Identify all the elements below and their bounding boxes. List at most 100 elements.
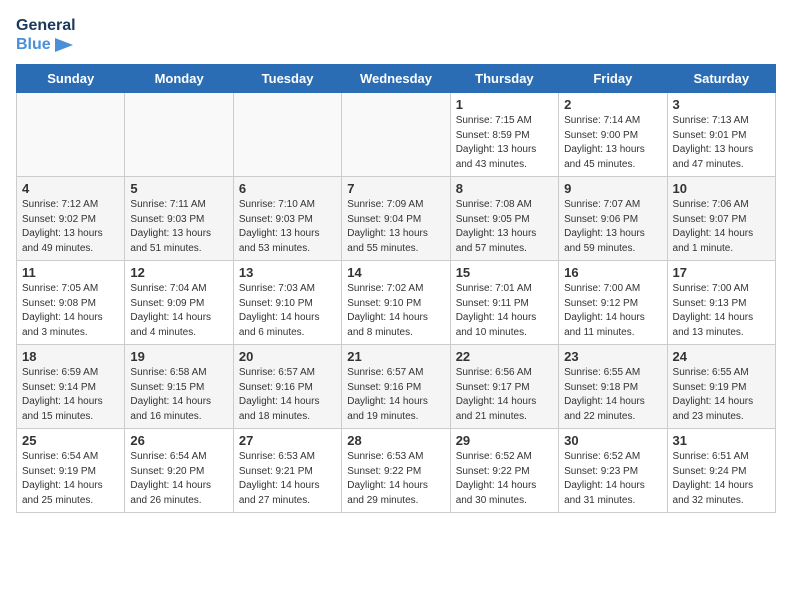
day-number: 17 [673, 265, 770, 280]
day-info: Sunrise: 7:07 AM Sunset: 9:06 PM Dayligh… [564, 198, 661, 256]
day-info: Sunrise: 7:00 AM Sunset: 9:12 PM Dayligh… [564, 282, 661, 340]
day-number: 7 [347, 181, 444, 196]
day-info: Sunrise: 7:14 AM Sunset: 9:00 PM Dayligh… [564, 114, 661, 172]
calendar-week-2: 4 Sunrise: 7:12 AM Sunset: 9:02 PM Daylig… [17, 177, 776, 261]
day-number: 23 [564, 349, 661, 364]
calendar-week-3: 11Sunrise: 7:05 AM Sunset: 9:08 PM Dayli… [17, 261, 776, 345]
calendar-week-1: 1Sunrise: 7:15 AM Sunset: 8:59 PM Daylig… [17, 93, 776, 177]
day-info: Sunrise: 7:06 AM Sunset: 9:07 PM Dayligh… [673, 198, 770, 256]
day-info: Sunrise: 6:55 AM Sunset: 9:19 PM Dayligh… [673, 366, 770, 424]
calendar-cell: 31 Sunrise: 6:51 AM Sunset: 9:24 PM Dayli… [667, 429, 775, 513]
logo-text: General Blue [16, 16, 76, 54]
day-number: 31 [673, 433, 770, 448]
day-info: Sunrise: 7:13 AM Sunset: 9:01 PM Dayligh… [673, 114, 770, 172]
day-info: Sunrise: 6:59 AM Sunset: 9:14 PM Dayligh… [22, 366, 119, 424]
day-info: Sunrise: 7:03 AM Sunset: 9:10 PM Dayligh… [239, 282, 336, 340]
day-number: 16 [564, 265, 661, 280]
calendar-cell: 15 Sunrise: 7:01 AM Sunset: 9:11 PM Dayli… [450, 261, 558, 345]
day-info: Sunrise: 6:57 AM Sunset: 9:16 PM Dayligh… [347, 366, 444, 424]
day-info: Sunrise: 7:01 AM Sunset: 9:11 PM Dayligh… [456, 282, 553, 340]
calendar-cell: 18Sunrise: 6:59 AM Sunset: 9:14 PM Dayli… [17, 345, 125, 429]
day-info: Sunrise: 7:08 AM Sunset: 9:05 PM Dayligh… [456, 198, 553, 256]
day-info: Sunrise: 7:10 AM Sunset: 9:03 PM Dayligh… [239, 198, 336, 256]
calendar-cell: 26 Sunrise: 6:54 AM Sunset: 9:20 PM Dayli… [125, 429, 233, 513]
calendar-cell: 30 Sunrise: 6:52 AM Sunset: 9:23 PM Dayli… [559, 429, 667, 513]
weekday-header-thursday: Thursday [450, 65, 558, 93]
day-number: 12 [130, 265, 227, 280]
weekday-header-row: SundayMondayTuesdayWednesdayThursdayFrid… [17, 65, 776, 93]
calendar-cell: 23Sunrise: 6:55 AM Sunset: 9:18 PM Dayli… [559, 345, 667, 429]
day-info: Sunrise: 7:00 AM Sunset: 9:13 PM Dayligh… [673, 282, 770, 340]
calendar-cell [233, 93, 341, 177]
calendar-week-4: 18Sunrise: 6:59 AM Sunset: 9:14 PM Dayli… [17, 345, 776, 429]
day-info: Sunrise: 6:51 AM Sunset: 9:24 PM Dayligh… [673, 450, 770, 508]
day-number: 2 [564, 97, 661, 112]
calendar-cell: 19 Sunrise: 6:58 AM Sunset: 9:15 PM Dayli… [125, 345, 233, 429]
calendar-cell: 13 Sunrise: 7:03 AM Sunset: 9:10 PM Dayli… [233, 261, 341, 345]
page-header: General Blue [16, 16, 776, 54]
calendar-cell: 1Sunrise: 7:15 AM Sunset: 8:59 PM Daylig… [450, 93, 558, 177]
calendar-cell: 6 Sunrise: 7:10 AM Sunset: 9:03 PM Daylig… [233, 177, 341, 261]
day-info: Sunrise: 6:53 AM Sunset: 9:21 PM Dayligh… [239, 450, 336, 508]
calendar-cell: 27 Sunrise: 6:53 AM Sunset: 9:21 PM Dayli… [233, 429, 341, 513]
day-number: 30 [564, 433, 661, 448]
weekday-header-saturday: Saturday [667, 65, 775, 93]
day-number: 29 [456, 433, 553, 448]
day-number: 10 [673, 181, 770, 196]
day-info: Sunrise: 6:53 AM Sunset: 9:22 PM Dayligh… [347, 450, 444, 508]
day-number: 13 [239, 265, 336, 280]
day-number: 8 [456, 181, 553, 196]
calendar-cell: 20 Sunrise: 6:57 AM Sunset: 9:16 PM Dayli… [233, 345, 341, 429]
day-number: 26 [130, 433, 227, 448]
calendar-cell: 4 Sunrise: 7:12 AM Sunset: 9:02 PM Daylig… [17, 177, 125, 261]
day-info: Sunrise: 6:58 AM Sunset: 9:15 PM Dayligh… [130, 366, 227, 424]
calendar-cell: 16 Sunrise: 7:00 AM Sunset: 9:12 PM Dayli… [559, 261, 667, 345]
calendar-cell: 24 Sunrise: 6:55 AM Sunset: 9:19 PM Dayli… [667, 345, 775, 429]
day-number: 20 [239, 349, 336, 364]
weekday-header-sunday: Sunday [17, 65, 125, 93]
weekday-header-wednesday: Wednesday [342, 65, 450, 93]
calendar-cell: 11Sunrise: 7:05 AM Sunset: 9:08 PM Dayli… [17, 261, 125, 345]
day-info: Sunrise: 6:57 AM Sunset: 9:16 PM Dayligh… [239, 366, 336, 424]
day-number: 24 [673, 349, 770, 364]
calendar-cell: 5 Sunrise: 7:11 AM Sunset: 9:03 PM Daylig… [125, 177, 233, 261]
weekday-header-monday: Monday [125, 65, 233, 93]
day-number: 27 [239, 433, 336, 448]
calendar-cell: 7Sunrise: 7:09 AM Sunset: 9:04 PM Daylig… [342, 177, 450, 261]
day-number: 28 [347, 433, 444, 448]
calendar-cell: 2 Sunrise: 7:14 AM Sunset: 9:00 PM Daylig… [559, 93, 667, 177]
day-number: 14 [347, 265, 444, 280]
day-info: Sunrise: 6:52 AM Sunset: 9:23 PM Dayligh… [564, 450, 661, 508]
day-number: 5 [130, 181, 227, 196]
calendar-week-5: 25Sunrise: 6:54 AM Sunset: 9:19 PM Dayli… [17, 429, 776, 513]
calendar-table: SundayMondayTuesdayWednesdayThursdayFrid… [16, 64, 776, 513]
calendar-cell: 21 Sunrise: 6:57 AM Sunset: 9:16 PM Dayli… [342, 345, 450, 429]
calendar-cell [17, 93, 125, 177]
day-info: Sunrise: 7:05 AM Sunset: 9:08 PM Dayligh… [22, 282, 119, 340]
day-number: 15 [456, 265, 553, 280]
logo: General Blue [16, 16, 76, 54]
day-info: Sunrise: 7:12 AM Sunset: 9:02 PM Dayligh… [22, 198, 119, 256]
calendar-cell: 29Sunrise: 6:52 AM Sunset: 9:22 PM Dayli… [450, 429, 558, 513]
day-number: 3 [673, 97, 770, 112]
logo-arrow-icon [55, 38, 73, 52]
calendar-cell: 17 Sunrise: 7:00 AM Sunset: 9:13 PM Dayli… [667, 261, 775, 345]
day-info: Sunrise: 7:11 AM Sunset: 9:03 PM Dayligh… [130, 198, 227, 256]
day-number: 6 [239, 181, 336, 196]
calendar-cell: 28 Sunrise: 6:53 AM Sunset: 9:22 PM Dayli… [342, 429, 450, 513]
weekday-header-tuesday: Tuesday [233, 65, 341, 93]
calendar-cell: 9Sunrise: 7:07 AM Sunset: 9:06 PM Daylig… [559, 177, 667, 261]
calendar-cell: 8 Sunrise: 7:08 AM Sunset: 9:05 PM Daylig… [450, 177, 558, 261]
day-number: 4 [22, 181, 119, 196]
day-info: Sunrise: 7:04 AM Sunset: 9:09 PM Dayligh… [130, 282, 227, 340]
day-info: Sunrise: 7:02 AM Sunset: 9:10 PM Dayligh… [347, 282, 444, 340]
day-info: Sunrise: 7:15 AM Sunset: 8:59 PM Dayligh… [456, 114, 553, 172]
day-number: 21 [347, 349, 444, 364]
calendar-cell: 3 Sunrise: 7:13 AM Sunset: 9:01 PM Daylig… [667, 93, 775, 177]
day-info: Sunrise: 6:54 AM Sunset: 9:20 PM Dayligh… [130, 450, 227, 508]
calendar-cell [342, 93, 450, 177]
calendar-cell: 14 Sunrise: 7:02 AM Sunset: 9:10 PM Dayli… [342, 261, 450, 345]
day-info: Sunrise: 6:54 AM Sunset: 9:19 PM Dayligh… [22, 450, 119, 508]
calendar-cell: 22Sunrise: 6:56 AM Sunset: 9:17 PM Dayli… [450, 345, 558, 429]
day-number: 19 [130, 349, 227, 364]
